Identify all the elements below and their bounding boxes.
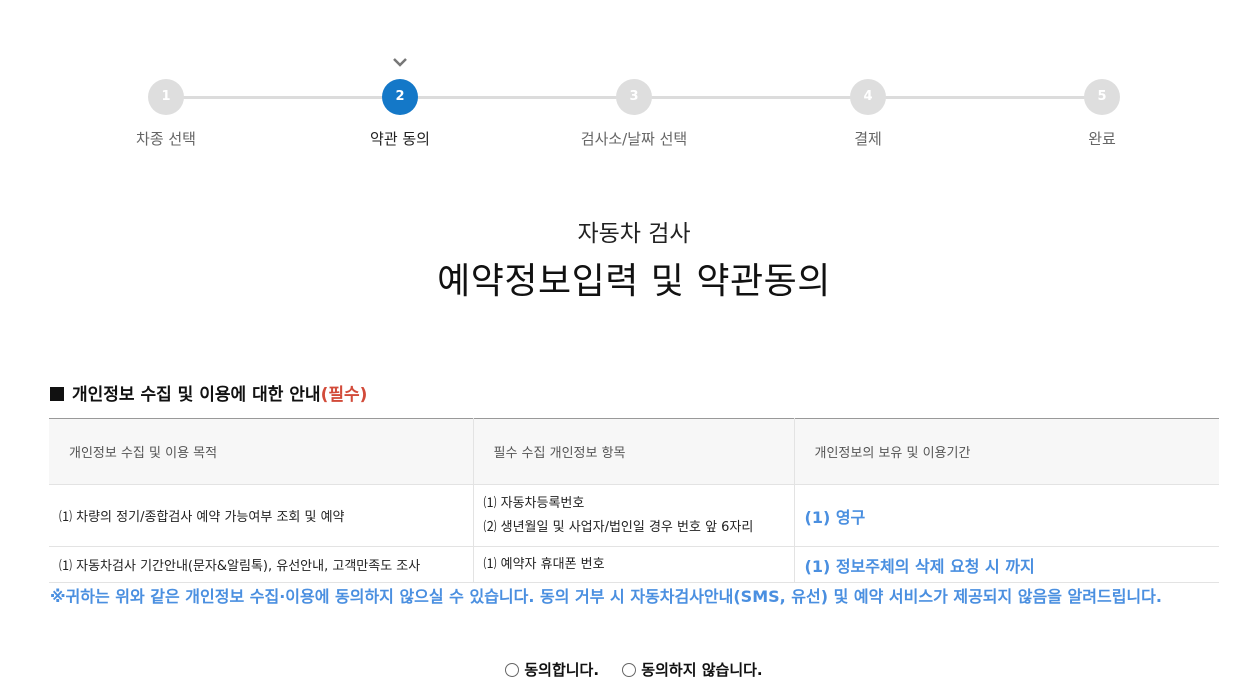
row-1-item-1: ⑴ 자동차등록번호	[483, 495, 585, 511]
header-items: 필수 수집 개인정보 항목	[473, 418, 795, 485]
row-2-item-1: ⑴ 예약자 휴대폰 번호	[483, 556, 605, 572]
progress-stepper: 1 차종 선택 2 약관 동의 3 검사소/날짜 선택 4 결제 5 완료	[0, 0, 1241, 160]
row-2-items: ⑴ 예약자 휴대폰 번호	[473, 546, 795, 583]
step-3-number: 3	[616, 79, 652, 115]
step-5: 5 완료	[1002, 79, 1202, 149]
step-3-label: 검사소/날짜 선택	[580, 130, 688, 148]
step-1: 1 차종 선택	[66, 79, 266, 149]
check-icon	[393, 58, 407, 67]
privacy-info-table: 개인정보 수집 및 이용 목적 필수 수집 개인정보 항목 개인정보의 보유 및…	[49, 418, 1219, 583]
row-2-purpose: ⑴ 자동차검사 기간안내(문자&알림톡), 유선안내, 고객만족도 조사	[49, 546, 474, 583]
step-4: 4 결제	[768, 79, 968, 149]
disagree-option[interactable]: 동의하지 않습니다.	[622, 659, 763, 680]
step-4-number: 4	[850, 79, 886, 115]
section-heading-text: 개인정보 수집 및 이용에 대한 안내	[72, 385, 321, 405]
row-1-item-2: ⑵ 생년월일 및 사업자/법인일 경우 번호 앞 6자리	[483, 519, 754, 535]
section-heading: 개인정보 수집 및 이용에 대한 안내(필수)	[50, 380, 367, 405]
step-1-number: 1	[148, 79, 184, 115]
consent-notice: ※귀하는 위와 같은 개인정보 수집·이용에 동의하지 않으실 수 있습니다. …	[50, 587, 1162, 606]
table-header-row: 개인정보 수집 및 이용 목적 필수 수집 개인정보 항목 개인정보의 보유 및…	[49, 418, 1219, 485]
step-2-number: 2	[382, 79, 418, 115]
row-1-purpose: ⑴ 차량의 정기/종합검사 예약 가능여부 조회 및 예약	[49, 484, 474, 547]
step-5-number: 5	[1084, 79, 1120, 115]
agree-label[interactable]: 동의합니다.	[524, 659, 599, 680]
row-1-items: ⑴ 자동차등록번호 ⑵ 생년월일 및 사업자/법인일 경우 번호 앞 6자리	[473, 484, 795, 547]
step-2: 2 약관 동의	[300, 79, 500, 149]
table-row: ⑴ 자동차검사 기간안내(문자&알림톡), 유선안내, 고객만족도 조사 ⑴ 예…	[49, 546, 1219, 583]
step-1-label: 차종 선택	[136, 130, 196, 148]
header-period: 개인정보의 보유 및 이용기간	[794, 418, 1219, 485]
agree-option[interactable]: 동의합니다.	[505, 659, 599, 680]
square-bullet-icon	[50, 387, 64, 401]
step-4-label: 결제	[854, 130, 882, 148]
agreement-options: 동의합니다. 동의하지 않습니다.	[0, 659, 1241, 681]
disagree-radio[interactable]	[622, 662, 637, 677]
step-3: 3 검사소/날짜 선택	[534, 79, 734, 149]
step-2-label: 약관 동의	[370, 130, 430, 148]
page-subtitle: 자동차 검사	[577, 221, 691, 247]
required-badge: (필수)	[320, 385, 368, 405]
table-row: ⑴ 차량의 정기/종합검사 예약 가능여부 조회 및 예약 ⑴ 자동차등록번호 …	[49, 484, 1219, 547]
step-5-label: 완료	[1088, 130, 1116, 148]
disagree-label[interactable]: 동의하지 않습니다.	[641, 659, 762, 680]
agree-radio[interactable]	[505, 662, 520, 677]
page-title: 예약정보입력 및 약관동의	[437, 261, 831, 302]
header-purpose: 개인정보 수집 및 이용 목적	[49, 418, 474, 485]
row-2-period: (1) 정보주체의 삭제 요청 시 까지	[794, 546, 1219, 583]
row-1-period: (1) 영구	[794, 484, 1219, 547]
